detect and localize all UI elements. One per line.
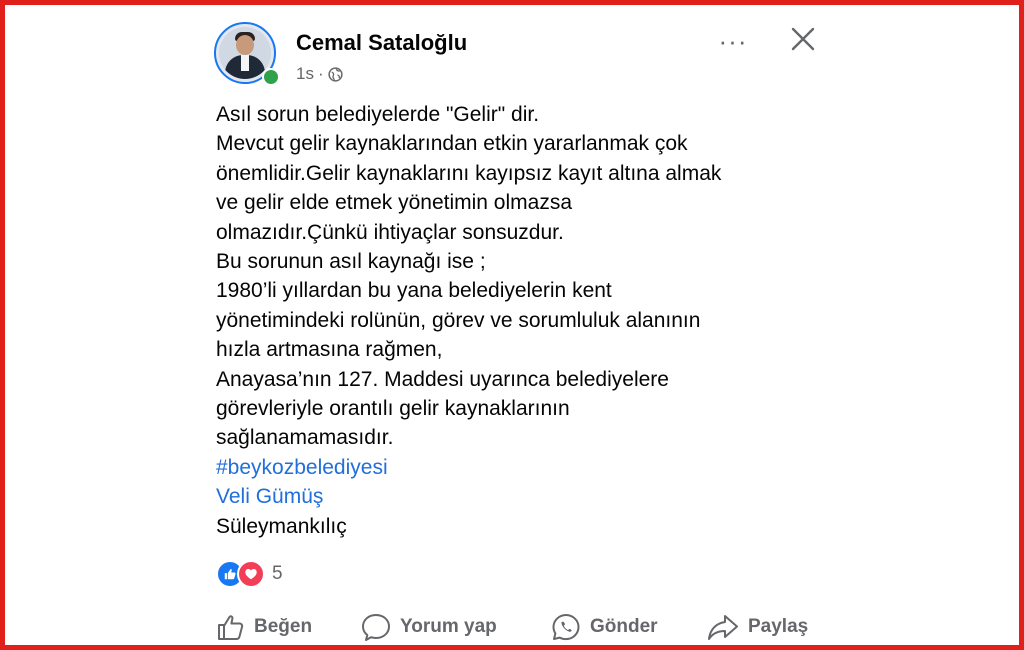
send-label: Gönder xyxy=(590,616,658,637)
post-line: Süleymankılıç xyxy=(216,514,347,538)
post-line: önemlidir.Gelir kaynaklarını kayıpsız ka… xyxy=(216,161,722,185)
post-line: Anayasa’nın 127. Maddesi uyarınca beledi… xyxy=(216,367,669,391)
post-line: sağlanamamasıdır. xyxy=(216,426,394,450)
post-line: Asıl sorun belediyelerde "Gelir" dir. xyxy=(216,103,540,126)
post-line: Bu sorunun asıl kaynağı ise ; xyxy=(216,250,486,274)
more-options-button[interactable]: ··· xyxy=(713,26,753,57)
share-button[interactable]: Paylaş xyxy=(706,612,808,642)
send-button[interactable]: Gönder xyxy=(550,612,658,642)
post-meta: 1s · xyxy=(296,64,343,84)
whatsapp-icon xyxy=(552,614,580,641)
post-text: Asıl sorun belediyelerde "Gelir" dir. Me… xyxy=(216,100,826,541)
post-line: 1980’li yıllardan bu yana belediyelerin … xyxy=(216,279,612,303)
comment-bubble-icon xyxy=(362,614,390,641)
post-card: Cemal Sataloğlu 1s · ··· Asıl sorun bele… xyxy=(212,18,832,641)
love-reaction-icon xyxy=(237,560,265,588)
author-name[interactable]: Cemal Sataloğlu xyxy=(296,30,467,56)
meta-separator: · xyxy=(317,64,324,83)
share-label: Paylaş xyxy=(748,616,809,637)
reaction-count: 5 xyxy=(272,563,283,584)
share-arrow-icon xyxy=(708,615,738,640)
post-line: görevleriyle orantılı gelir kaynaklarını… xyxy=(216,397,570,421)
like-label: Beğen xyxy=(254,616,313,637)
post-time[interactable]: 1s xyxy=(296,64,314,84)
post-line: yönetimindeki rolünün, görev ve sorumlul… xyxy=(216,308,701,332)
post-actions-bar: Beğen Yorum yap Gönder Paylaş xyxy=(212,612,832,648)
comment-button[interactable]: Yorum yap xyxy=(360,612,497,642)
post-line: hızla artmasına rağmen, xyxy=(216,338,443,362)
hashtag-link[interactable]: #beykozbelediyesi xyxy=(216,456,388,479)
reactions-summary[interactable]: 5 xyxy=(216,560,283,588)
comment-label: Yorum yap xyxy=(400,616,497,637)
like-button[interactable]: Beğen xyxy=(216,612,312,642)
globe-icon xyxy=(328,66,343,82)
post-line: ve gelir elde etmek yönetimin olmazsa xyxy=(216,191,572,215)
post-line: olmazıdır.Çünkü ihtiyaçlar sonsuzdur. xyxy=(216,220,564,244)
post-header: Cemal Sataloğlu 1s · ··· xyxy=(212,18,832,90)
close-button[interactable] xyxy=(788,24,818,54)
online-status-dot xyxy=(262,68,280,86)
post-line: Mevcut gelir kaynaklarından etkin yararl… xyxy=(216,132,688,156)
thumbs-up-icon xyxy=(218,615,244,640)
tagged-person-link[interactable]: Veli Gümüş xyxy=(216,485,323,508)
close-icon xyxy=(791,27,815,51)
